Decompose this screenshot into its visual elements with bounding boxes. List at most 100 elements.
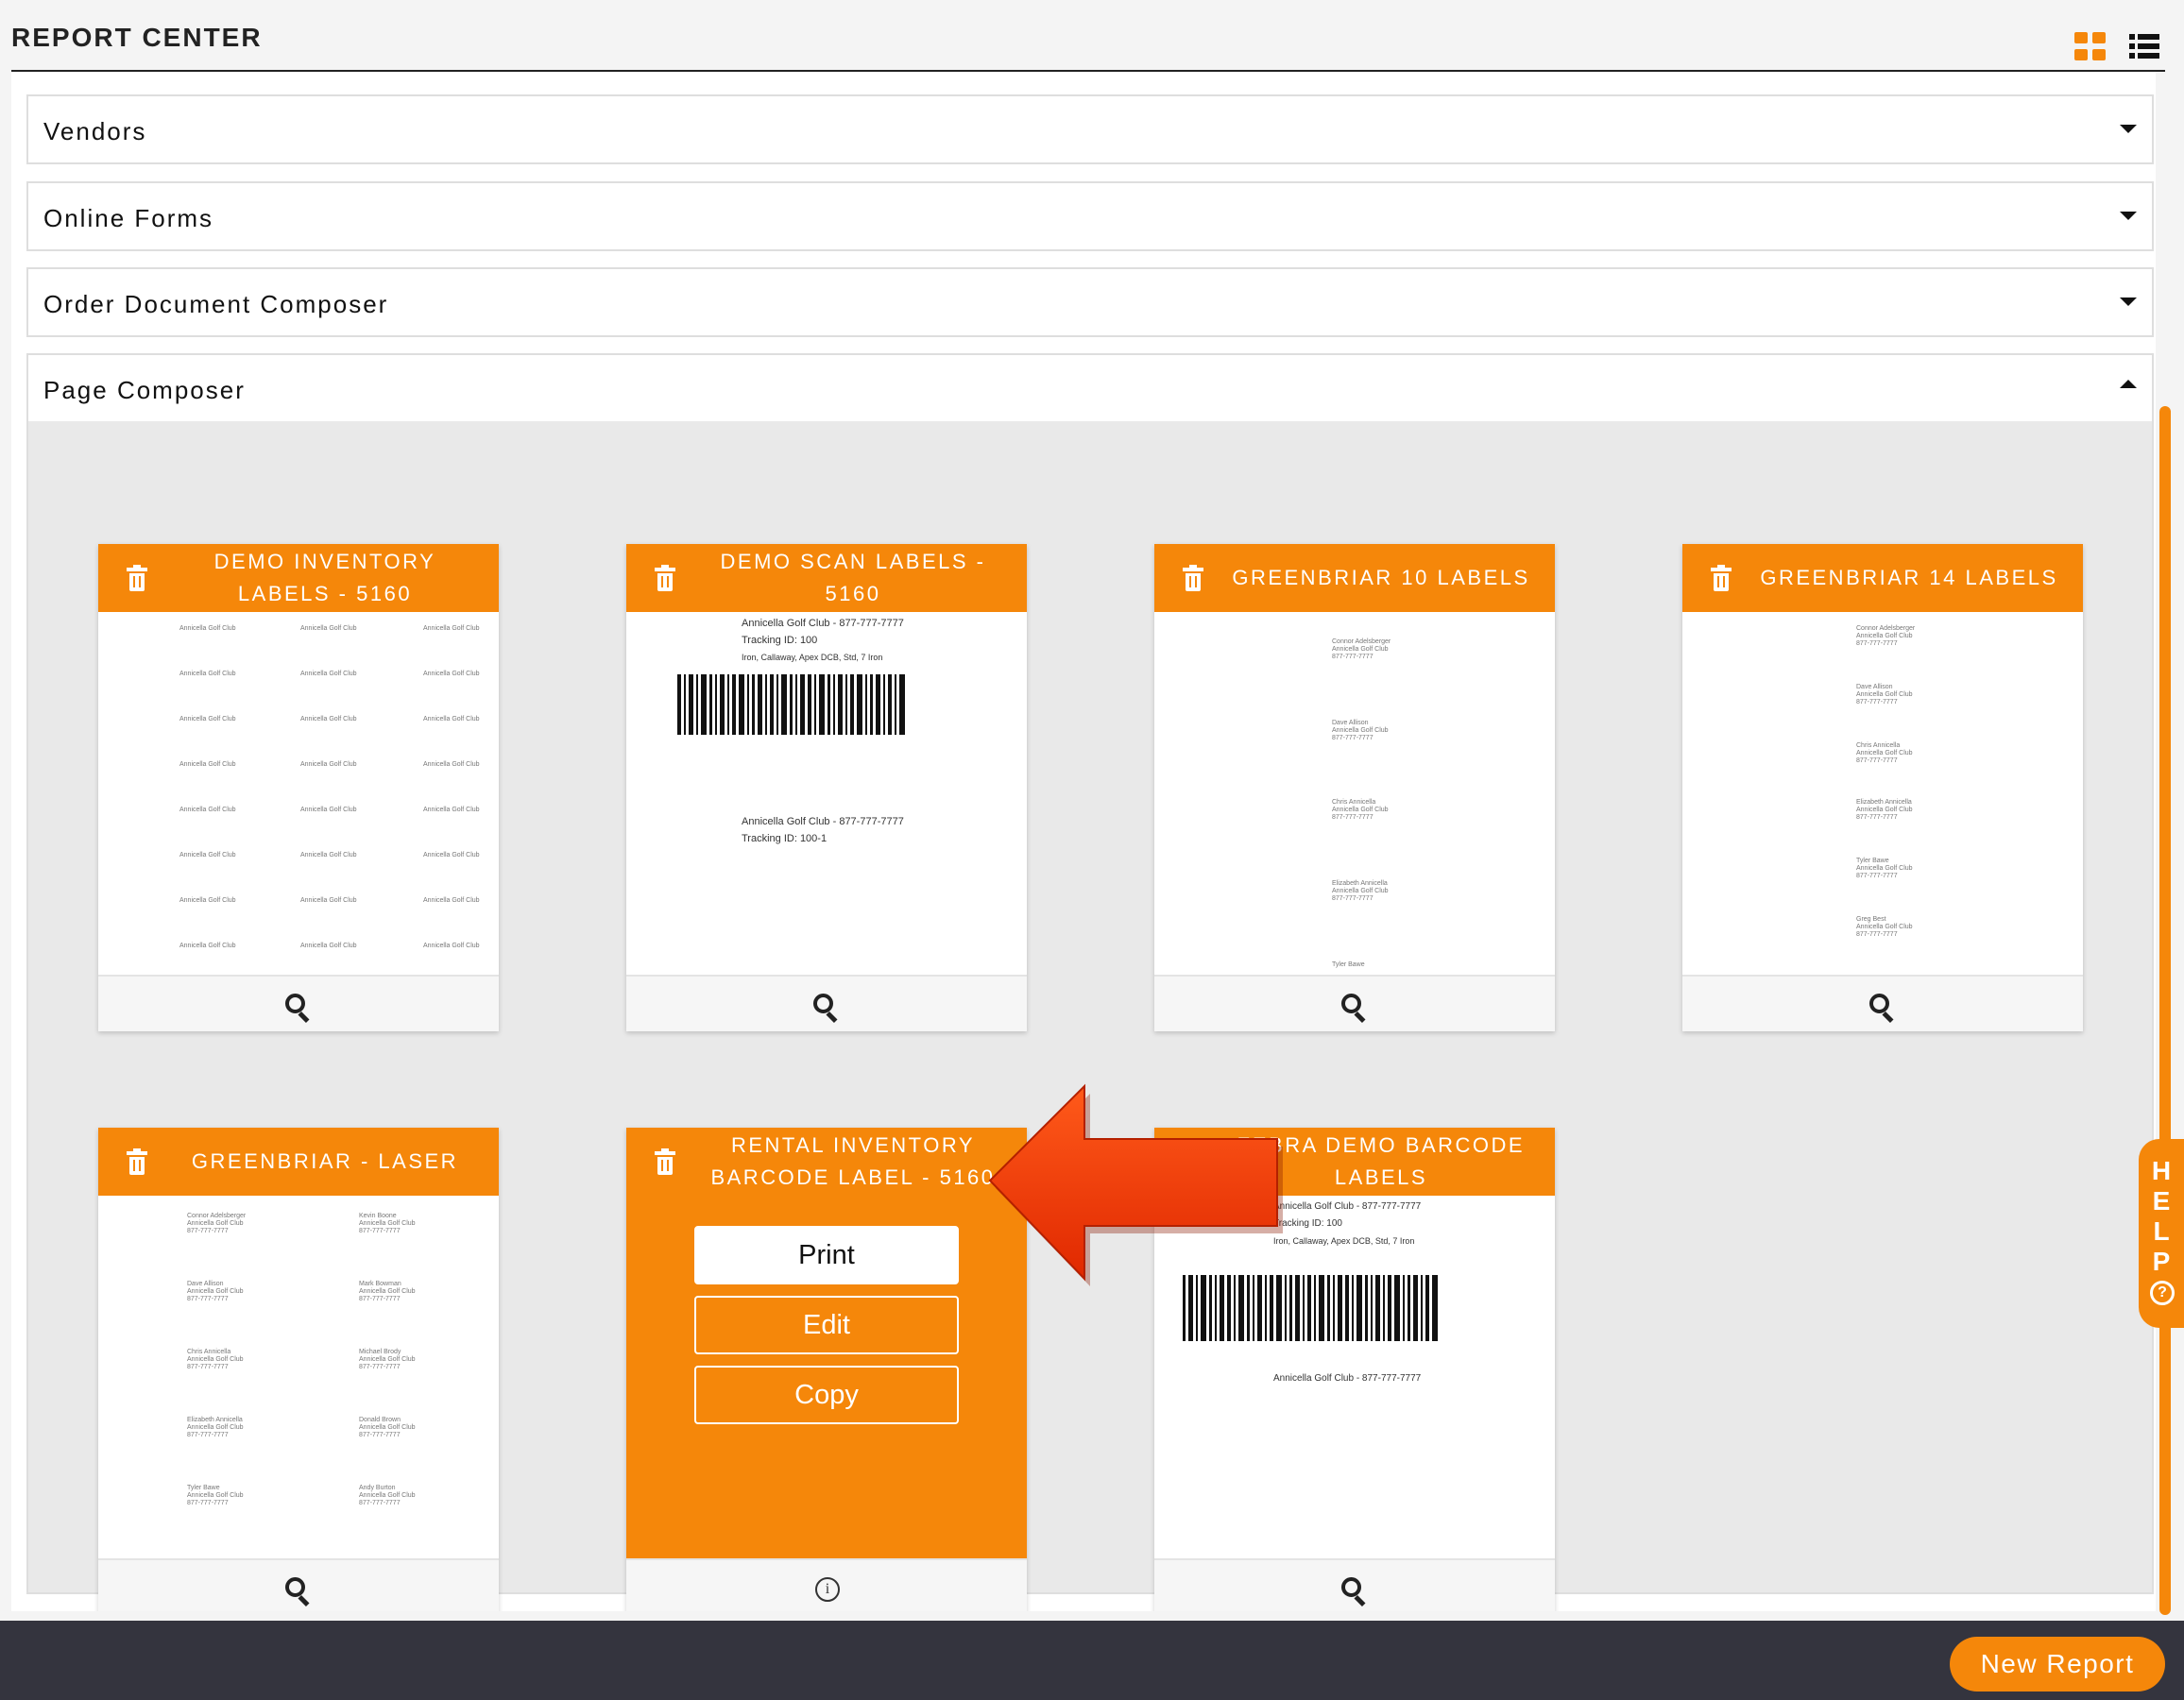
footer-bar (0, 1621, 2184, 1700)
label-snippet: Annicella Golf Club (423, 807, 480, 813)
help-tab[interactable]: HELP ? (2139, 1139, 2184, 1328)
trash-icon[interactable] (1183, 565, 1203, 591)
label-snippet: Elizabeth Annicella (1332, 880, 1388, 887)
help-label: HELP (2151, 1156, 2172, 1276)
label-snippet: Annicella Golf Club (187, 1492, 244, 1499)
card-preview: Connor Adelsberger Annicella Golf Club 8… (1682, 612, 2083, 975)
top-bar: REPORT CENTER (0, 0, 2184, 72)
accordion-vendors[interactable]: Vendors (26, 94, 2154, 164)
label-snippet: Donald Brown (359, 1417, 401, 1423)
label-snippet: Annicella Golf Club (423, 671, 480, 677)
trash-icon[interactable] (127, 565, 147, 591)
label-snippet: 877-777-7777 (359, 1228, 401, 1234)
search-icon[interactable] (283, 1575, 314, 1607)
label-snippet: Annicella Golf Club (423, 897, 480, 904)
label-snippet: 877-777-7777 (1856, 699, 1898, 706)
label-snippet: Annicella Golf Club (179, 761, 236, 768)
label-snippet: Annicella Golf Club (179, 807, 236, 813)
label-snippet: Chris Annicella (1856, 742, 1901, 749)
card-title: RENTAL INVENTORY BARCODE LABEL - 5160 (710, 1133, 996, 1189)
card-title: DEMO INVENTORY LABELS - 5160 (213, 550, 436, 605)
preview-line: Tracking ID: 100-1 (742, 833, 828, 844)
print-button[interactable]: Print (694, 1226, 959, 1284)
label-snippet: Annicella Golf Club (179, 671, 236, 677)
card-footer: i (626, 1558, 1027, 1611)
label-snippet: Tyler Bawe (1856, 858, 1889, 864)
report-card-greenbriar-10-labels[interactable]: GREENBRIAR 10 LABELS Connor Adelsberger … (1154, 544, 1555, 1031)
new-report-button[interactable]: New Report (1950, 1637, 2165, 1692)
label-snippet: Annicella Golf Club (423, 852, 480, 858)
label-snippet: Annicella Golf Club (179, 943, 236, 949)
accordion-order-document-composer[interactable]: Order Document Composer (26, 267, 2154, 337)
preview-line: Annicella Golf Club - 877-777-7777 (742, 618, 904, 629)
label-snippet: Kevin Boone (359, 1213, 397, 1219)
label-snippet: 877-777-7777 (187, 1296, 229, 1302)
label-snippet: 877-777-7777 (1332, 654, 1374, 660)
label-snippet: Annicella Golf Club (1856, 865, 1913, 872)
edit-button[interactable]: Edit (694, 1296, 959, 1354)
accordion-page-composer[interactable]: Page Composer (26, 353, 2154, 423)
trash-icon[interactable] (1711, 565, 1732, 591)
label-snippet: Annicella Golf Club (423, 943, 480, 949)
label-snippet: Mark Bowman (359, 1281, 401, 1287)
search-icon[interactable] (811, 992, 842, 1024)
label-snippet: 877-777-7777 (359, 1500, 401, 1506)
accordion-label: Vendors (43, 117, 147, 145)
copy-button[interactable]: Copy (694, 1366, 959, 1424)
chevron-down-icon (2120, 212, 2137, 220)
report-card-greenbriar-laser[interactable]: GREENBRIAR - LASER Connor Adelsberger An… (98, 1128, 499, 1611)
label-snippet: Michael Brody (359, 1349, 401, 1355)
label-snippet: Annicella Golf Club (179, 897, 236, 904)
preview-line: Annicella Golf Club - 877-777-7777 (1273, 1201, 1422, 1212)
accordion-label: Page Composer (43, 376, 246, 404)
callout-arrow-icon (988, 1083, 1283, 1286)
card-preview: Annicella Golf Club Annicella Golf Club … (98, 612, 499, 975)
report-card-rental-inventory-barcode-label[interactable]: RENTAL INVENTORY BARCODE LABEL - 5160 Pr… (626, 1128, 1027, 1611)
report-card-demo-inventory-labels[interactable]: DEMO INVENTORY LABELS - 5160 Annicella G… (98, 544, 499, 1031)
card-footer (1154, 1558, 1555, 1611)
label-snippet: Connor Adelsberger (1856, 625, 1916, 632)
label-snippet: Annicella Golf Club (179, 716, 236, 722)
card-preview: Connor Adelsberger Annicella Golf Club 8… (98, 1196, 499, 1558)
label-snippet: 877-777-7777 (1856, 757, 1898, 764)
trash-icon[interactable] (655, 1148, 675, 1175)
chevron-up-icon (2120, 380, 2137, 388)
card-title: GREENBRIAR 10 LABELS (1232, 566, 1530, 589)
preview-line: Iron, Callaway, Apex DCB, Std, 7 Iron (1273, 1236, 1415, 1246)
search-icon[interactable] (1868, 992, 1898, 1024)
label-snippet: Annicella Golf Club (1332, 888, 1389, 894)
card-actions-overlay: Print Edit Copy (626, 1196, 1027, 1558)
scrollbar-thumb[interactable] (2159, 406, 2171, 1615)
label-snippet: 877-777-7777 (187, 1228, 229, 1234)
card-footer (98, 975, 499, 1031)
label-snippet: Elizabeth Annicella (1856, 799, 1912, 806)
list-view-icon[interactable] (2129, 32, 2161, 60)
label-snippet: 877-777-7777 (359, 1364, 401, 1370)
label-snippet: Annicella Golf Club (1332, 646, 1389, 653)
label-snippet: 877-777-7777 (187, 1500, 229, 1506)
search-icon[interactable] (1339, 1575, 1370, 1607)
label-snippet: Connor Adelsberger (1332, 638, 1391, 645)
label-snippet: Annicella Golf Club (300, 761, 357, 768)
search-icon[interactable] (1339, 992, 1370, 1024)
accordion-label: Online Forms (43, 204, 214, 232)
report-card-greenbriar-14-labels[interactable]: GREENBRIAR 14 LABELS Connor Adelsberger … (1682, 544, 2083, 1031)
label-snippet: Annicella Golf Club (179, 852, 236, 858)
card-preview: Annicella Golf Club - 877-777-7777 Track… (626, 612, 1027, 975)
label-snippet: Annicella Golf Club (187, 1220, 244, 1227)
grid-view-icon[interactable] (2074, 32, 2107, 60)
label-snippet: 877-777-7777 (1856, 873, 1898, 879)
card-header: GREENBRIAR - LASER (98, 1128, 499, 1196)
info-icon[interactable]: i (815, 1577, 840, 1602)
accordion-online-forms[interactable]: Online Forms (26, 181, 2154, 251)
label-snippet: Tyler Bawe (1332, 961, 1365, 968)
card-title: GREENBRIAR 14 LABELS (1760, 566, 2058, 589)
trash-icon[interactable] (127, 1148, 147, 1175)
preview-line: Annicella Golf Club - 877-777-7777 (1273, 1373, 1422, 1384)
label-snippet: Annicella Golf Club (179, 625, 236, 632)
card-header: DEMO INVENTORY LABELS - 5160 (98, 544, 499, 612)
report-card-demo-scan-labels[interactable]: DEMO SCAN LABELS - 5160 Annicella Golf C… (626, 544, 1027, 1031)
search-icon[interactable] (283, 992, 314, 1024)
trash-icon[interactable] (655, 565, 675, 591)
label-snippet: Elizabeth Annicella (187, 1417, 243, 1423)
